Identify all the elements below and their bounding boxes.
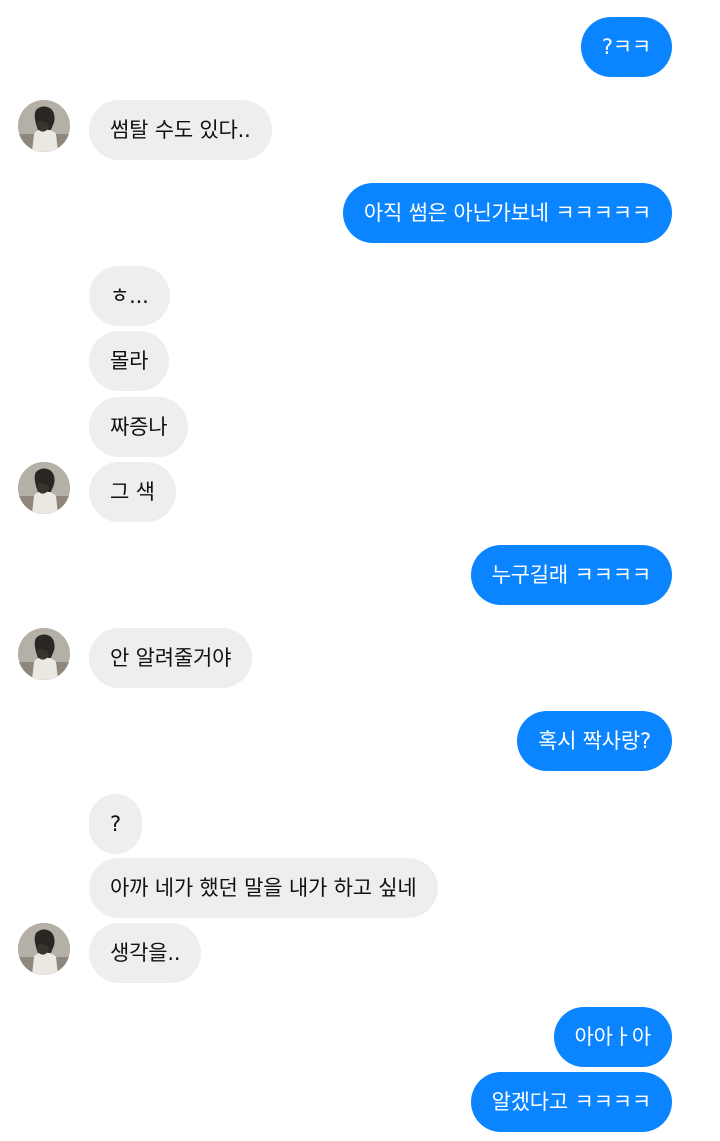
- sent-message-bubble[interactable]: 알겠다고 ㅋㅋㅋㅋ: [470, 1072, 672, 1132]
- contact-avatar[interactable]: [18, 923, 70, 975]
- contact-avatar[interactable]: [18, 462, 70, 514]
- sent-message-bubble[interactable]: 혹시 짝사랑?: [516, 711, 672, 771]
- sent-message-bubble[interactable]: 아직 썸은 아닌가보네 ㅋㅋㅋㅋㅋ: [342, 183, 672, 243]
- sent-message-bubble[interactable]: ?ㅋㅋ: [580, 17, 672, 77]
- profile-photo-avatar-icon: [18, 462, 70, 514]
- sent-message-bubble[interactable]: 누구길래 ㅋㅋㅋㅋ: [470, 545, 672, 605]
- received-message-bubble[interactable]: 썸탈 수도 있다..: [89, 100, 272, 160]
- received-message-bubble[interactable]: 그 색: [89, 462, 176, 522]
- received-message-bubble[interactable]: 생각을..: [89, 923, 202, 983]
- profile-photo-avatar-icon: [18, 923, 70, 975]
- received-message-bubble[interactable]: ?: [89, 794, 142, 854]
- received-message-bubble[interactable]: ㅎ...: [89, 266, 170, 326]
- sent-message-bubble[interactable]: 아아ㅏ아: [553, 1007, 672, 1067]
- contact-avatar[interactable]: [18, 628, 70, 680]
- received-message-bubble[interactable]: 안 알려줄거야: [89, 628, 253, 688]
- received-message-bubble[interactable]: 짜증나: [89, 397, 189, 457]
- profile-photo-avatar-icon: [18, 100, 70, 152]
- received-message-bubble[interactable]: 아까 네가 했던 말을 내가 하고 싶네: [89, 858, 438, 918]
- profile-photo-avatar-icon: [18, 628, 70, 680]
- contact-avatar[interactable]: [18, 100, 70, 152]
- received-message-bubble[interactable]: 몰라: [89, 331, 170, 391]
